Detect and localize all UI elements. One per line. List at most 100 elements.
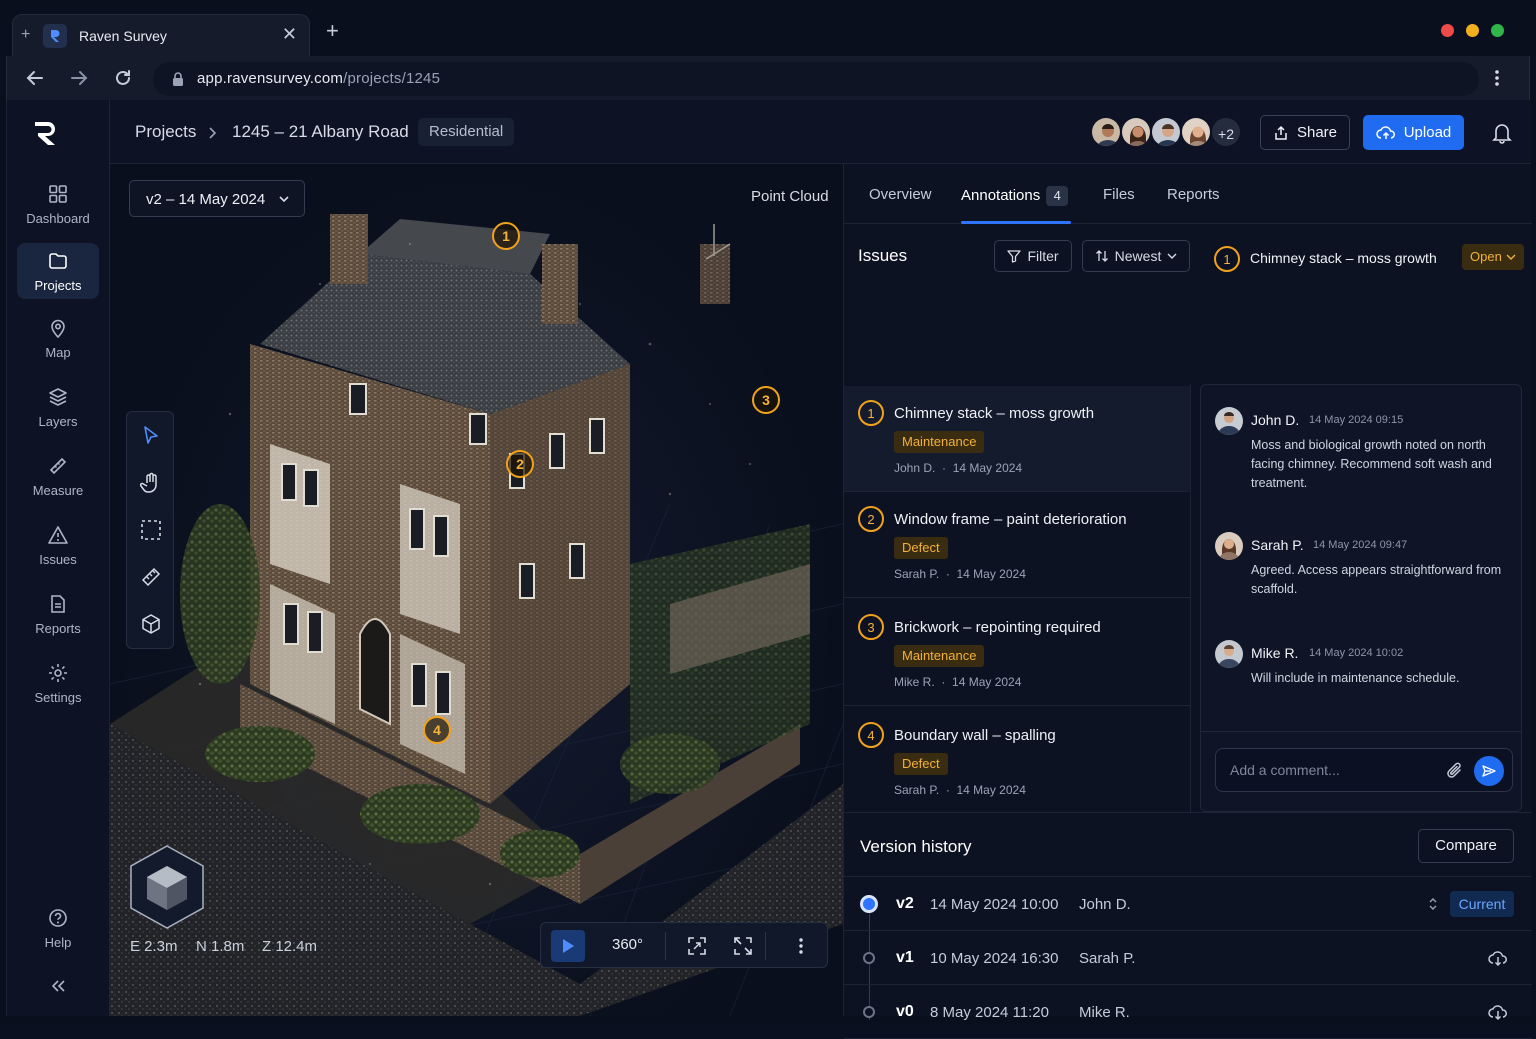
sidebar-item-projects[interactable]: Projects (17, 243, 99, 299)
new-tab-icon[interactable]: + (326, 20, 339, 42)
issue-item[interactable]: 2 Window frame – paint deterioration Def… (844, 492, 1190, 598)
reload-icon[interactable] (113, 68, 133, 88)
forward-arrow-icon[interactable] (69, 68, 89, 88)
annotation-marker[interactable]: 1 (492, 222, 520, 250)
upload-button[interactable]: Upload (1363, 115, 1464, 150)
navigation-cube-icon[interactable] (128, 844, 206, 930)
browser-tab[interactable]: + Raven Survey ✕ (12, 14, 310, 56)
cloud-download-icon[interactable] (1488, 949, 1508, 967)
sidebar-item-settings[interactable]: Settings (17, 655, 99, 711)
cube-icon[interactable] (139, 612, 163, 636)
divider (765, 932, 766, 960)
status-select[interactable]: Open (1462, 244, 1524, 270)
upload-label: Upload (1403, 124, 1452, 141)
sidebar-item-layers[interactable]: Layers (17, 379, 99, 435)
tab-close-icon[interactable]: ✕ (282, 24, 297, 45)
view-mode-label[interactable]: Point Cloud (751, 188, 829, 205)
more-options-icon[interactable] (791, 936, 811, 956)
comment-text: Agreed. Access appears straightforward f… (1251, 563, 1502, 596)
version-row[interactable]: v1 10 May 2024 16:30 Sarah P. (844, 931, 1532, 985)
select-cursor-icon[interactable] (139, 424, 163, 448)
share-button[interactable]: Share (1260, 115, 1350, 150)
avatar[interactable] (1150, 116, 1182, 148)
filter-button[interactable]: Filter (994, 240, 1072, 272)
issue-item[interactable]: 1 Chimney stack – moss growth Maintenanc… (844, 386, 1190, 492)
browser-menu-icon[interactable] (1487, 68, 1507, 88)
tab-overview[interactable]: Overview (869, 186, 932, 203)
avatar[interactable] (1090, 116, 1122, 148)
warning-icon (48, 525, 68, 544)
issue-item[interactable]: 3 Brickwork – repointing required Mainte… (844, 600, 1190, 706)
version-select[interactable]: v2 – 14 May 2024 (129, 180, 305, 217)
issue-date: 14 May 2024 (952, 461, 1023, 475)
comment-text: Will include in maintenance schedule. (1251, 671, 1460, 685)
sidebar-help-label: Help (44, 934, 72, 950)
send-button[interactable] (1474, 756, 1504, 786)
url-text: app.ravensurvey.com/projects/1245 (197, 70, 440, 87)
comment-input[interactable]: Add a comment... (1215, 748, 1513, 792)
breadcrumb-projects[interactable]: Projects (135, 122, 196, 142)
annotation-marker[interactable]: 3 (752, 386, 780, 414)
issue-tag: Maintenance (894, 645, 985, 667)
sidebar-item-map[interactable]: Map (17, 310, 99, 366)
measure-ruler-icon[interactable] (139, 565, 163, 589)
annotation-marker[interactable]: 4 (423, 716, 451, 744)
avatar[interactable] (1120, 116, 1152, 148)
sidebar-item-issues[interactable]: Issues (17, 517, 99, 573)
layers-icon (49, 387, 67, 406)
issue-meta: John D. · 14 May 2024 (894, 461, 1023, 475)
fullscreen-icon[interactable] (733, 936, 753, 956)
version-date: 14 May 2024 10:00 (930, 896, 1059, 913)
annotation-marker[interactable]: 2 (506, 450, 534, 478)
divider (1190, 384, 1191, 812)
issue-number: 1 (858, 400, 884, 426)
expand-icon[interactable] (1427, 897, 1439, 911)
window-close-dot[interactable] (1441, 24, 1454, 37)
raven-logo[interactable] (31, 118, 61, 148)
point-cloud-viewport[interactable]: v2 – 14 May 2024 Point Cloud 1 2 3 4 E 2… (110, 164, 843, 1016)
tab-title: Raven Survey (79, 28, 167, 44)
sidebar-item-label: Settings (34, 689, 82, 705)
version-row[interactable]: v0 8 May 2024 11:20 Mike R. (844, 985, 1532, 1039)
avatar (1215, 640, 1243, 668)
collapse-sidebar-icon[interactable] (49, 978, 69, 994)
issue-meta: Sarah P. · 14 May 2024 (894, 567, 1026, 581)
version-name: v0 (896, 1003, 914, 1020)
window-maximize-dot[interactable] (1491, 24, 1504, 37)
version-date: 10 May 2024 16:30 (930, 950, 1059, 967)
fit-view-icon[interactable] (687, 936, 707, 956)
url-bar[interactable]: app.ravensurvey.com/projects/1245 (153, 62, 1479, 96)
back-arrow-icon[interactable] (25, 68, 45, 88)
sort-select[interactable]: Newest (1082, 240, 1190, 272)
thread-title: Chimney stack – moss growth (1250, 250, 1437, 266)
sidebar-item-dashboard[interactable]: Dashboard (17, 176, 99, 232)
window-minimize-dot[interactable] (1466, 24, 1479, 37)
chevron-down-icon (1167, 253, 1177, 259)
tab-files[interactable]: Files (1103, 186, 1135, 203)
sidebar-item-help[interactable]: Help (17, 900, 99, 956)
issue-date: 14 May 2024 (952, 675, 1022, 689)
compare-button[interactable]: Compare (1418, 829, 1514, 863)
more-members-count[interactable]: +2 (1210, 116, 1242, 148)
breadcrumb-chevron-icon (209, 127, 217, 139)
share-icon (1275, 125, 1287, 140)
breadcrumb-project[interactable]: 1245 – 21 Albany Road (232, 122, 409, 142)
bell-icon[interactable] (1492, 122, 1512, 144)
pan-hand-icon[interactable] (139, 471, 163, 495)
chevron-down-icon (1506, 254, 1516, 260)
avatar[interactable] (1180, 116, 1212, 148)
issue-item[interactable]: 4 Boundary wall – spalling Defect Sarah … (844, 708, 1190, 814)
rotation-label[interactable]: 360° (612, 936, 643, 953)
play-button[interactable] (551, 930, 585, 962)
paperclip-icon[interactable] (1446, 761, 1464, 781)
sidebar-item-reports[interactable]: Reports (17, 586, 99, 642)
version-row[interactable]: v2 14 May 2024 10:00 John D. Current (844, 877, 1532, 931)
tab-annotations[interactable]: Annotations 4 (961, 186, 1069, 206)
issue-tag: Maintenance (894, 431, 985, 453)
sidebar-item-measure[interactable]: Measure (17, 448, 99, 504)
coord-z: Z 12.4m (262, 938, 318, 955)
cloud-download-icon[interactable] (1488, 1003, 1508, 1021)
tab-reports[interactable]: Reports (1167, 186, 1220, 203)
comment-author: John D. (1251, 412, 1300, 428)
box-select-icon[interactable] (139, 518, 163, 542)
